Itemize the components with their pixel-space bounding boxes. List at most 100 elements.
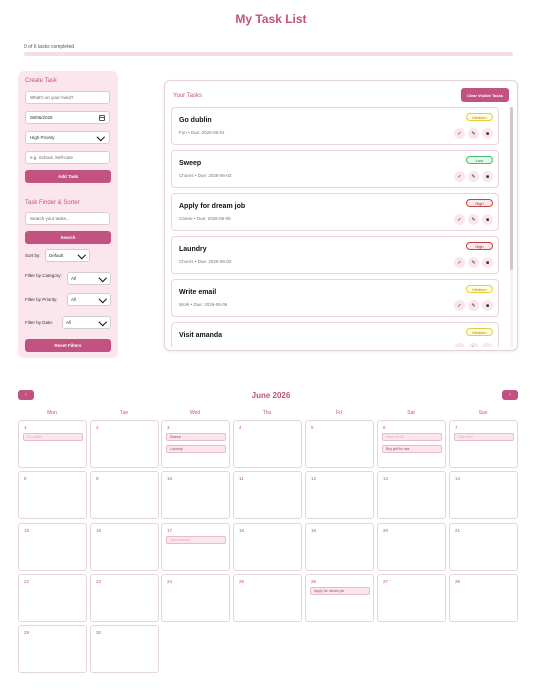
calendar-day[interactable]: 9 xyxy=(90,471,159,519)
weekday-label: Tue xyxy=(119,410,129,416)
day-number: 11 xyxy=(239,476,244,481)
edit-icon[interactable]: ✎ xyxy=(468,171,479,182)
calendar-day[interactable]: 18 xyxy=(233,523,302,571)
calendar-day[interactable]: 14 xyxy=(449,471,518,519)
calendar-icon[interactable] xyxy=(99,114,105,121)
day-number: 8 xyxy=(24,476,27,481)
calendar-day[interactable]: 29 xyxy=(18,625,87,673)
priority-badge: Medium xyxy=(466,113,493,121)
calendar-day[interactable]: 3 Sweep Laundry xyxy=(161,420,230,468)
calendar-day[interactable]: 8 xyxy=(18,471,87,519)
reset-filters-button[interactable]: Reset Filters xyxy=(25,339,111,352)
day-number: 21 xyxy=(455,528,461,533)
calendar-day[interactable]: 10 xyxy=(161,471,230,519)
calendar-day[interactable]: 27 xyxy=(377,574,446,622)
calendar-day[interactable]: 28 xyxy=(449,574,518,622)
task-card[interactable]: Apply for dream job Career • Due: 2026-06… xyxy=(171,193,499,231)
calendar-day[interactable]: 11 xyxy=(233,471,302,519)
day-number: 23 xyxy=(96,579,102,584)
calendar-day[interactable]: 23 xyxy=(90,574,159,622)
edit-icon[interactable]: ✎ xyxy=(468,257,479,268)
calendar-day[interactable]: 13 xyxy=(377,471,446,519)
calendar-event[interactable]: Write email xyxy=(382,433,442,441)
calendar-day[interactable]: 16 xyxy=(90,523,159,571)
calendar-day[interactable]: 7 Call mom xyxy=(449,420,518,468)
check-icon[interactable]: ✓ xyxy=(454,128,465,139)
trash-icon[interactable]: ■ xyxy=(482,257,493,268)
calendar-day[interactable]: 12 xyxy=(305,471,374,519)
task-list[interactable]: Go dublin Fun • Due: 2026-06-01 Medium ✓ ✎ ■ S… xyxy=(171,107,499,347)
day-number: 19 xyxy=(311,528,317,533)
edit-icon[interactable]: ✎ xyxy=(468,300,479,311)
task-actions: ✓✎■ xyxy=(454,300,493,311)
calendar-event[interactable]: Call mom xyxy=(454,433,514,441)
task-card[interactable]: Laundry Chores • Due: 2026-06-03 High ✓ ✎ ■ xyxy=(171,236,499,274)
sort-select[interactable]: Default xyxy=(45,249,90,262)
search-input[interactable]: Search your tasks... xyxy=(25,212,110,225)
category-input[interactable]: e.g. School, Self-care xyxy=(25,151,110,164)
trash-icon[interactable]: ■ xyxy=(482,214,493,225)
calendar-event[interactable]: Laundry xyxy=(166,445,226,453)
check-icon[interactable]: ✓ xyxy=(454,300,465,311)
calendar-day[interactable]: 1 Go dublin xyxy=(18,420,87,468)
edit-icon[interactable]: ✎ xyxy=(468,214,479,225)
edit-icon[interactable]: ✎ xyxy=(468,128,479,139)
calendar-day[interactable]: 26 Apply for dream job xyxy=(305,574,374,622)
calendar-event[interactable]: Buy gift for mia xyxy=(382,445,442,453)
date-filter-select[interactable]: All xyxy=(62,316,111,329)
calendar-event[interactable]: Sweep xyxy=(166,433,226,441)
calendar-event[interactable]: Apply for dream job xyxy=(310,587,370,595)
scrollbar-thumb[interactable] xyxy=(510,107,513,270)
trash-icon[interactable]: ■ xyxy=(482,171,493,182)
check-icon[interactable]: ✓ xyxy=(454,257,465,268)
add-task-button[interactable]: Add Task xyxy=(25,170,111,183)
day-number: 9 xyxy=(96,476,99,481)
next-month-button[interactable]: › xyxy=(502,390,518,400)
calendar-day[interactable]: 15 xyxy=(18,523,87,571)
date-filter-label: Filter by Date: xyxy=(25,320,54,325)
chevron-down-icon xyxy=(78,252,86,260)
task-card[interactable]: Write email Work • Due: 2026-06-06 Medium ✓… xyxy=(171,279,499,317)
task-card[interactable]: Sweep Chores • Due: 2026-06-03 Low ✓ ✎ ■ xyxy=(171,150,499,188)
day-number: 2 xyxy=(96,425,99,430)
check-icon[interactable]: ✓ xyxy=(454,343,465,347)
day-number: 20 xyxy=(383,528,389,533)
priority-filter-select[interactable]: All xyxy=(67,293,111,306)
task-meta: Career • Due: 2026-06-05 xyxy=(179,216,231,221)
day-number: 13 xyxy=(383,476,389,481)
calendar-day[interactable]: 22 xyxy=(18,574,87,622)
calendar-day[interactable]: 20 xyxy=(377,523,446,571)
calendar-day[interactable]: 19 xyxy=(305,523,374,571)
calendar-day[interactable]: 6 Write email Buy gift for mia xyxy=(377,420,446,468)
day-number: 6 xyxy=(383,425,386,430)
trash-icon[interactable]: ■ xyxy=(482,300,493,311)
search-button[interactable]: Search xyxy=(25,231,111,244)
task-list-scrollbar[interactable] xyxy=(510,107,513,347)
calendar-event[interactable]: Visit amanda xyxy=(166,536,226,544)
check-icon[interactable]: ✓ xyxy=(454,171,465,182)
edit-icon[interactable]: ✎ xyxy=(468,343,479,347)
category-filter-select[interactable]: All xyxy=(67,272,111,285)
task-card[interactable]: Visit amanda Medium ✓✎■ xyxy=(171,322,499,347)
calendar-event[interactable]: Go dublin xyxy=(23,433,83,441)
calendar-day[interactable]: 24 xyxy=(161,574,230,622)
calendar-day[interactable]: 2 xyxy=(90,420,159,468)
clear-visible-tasks-button[interactable]: Clear Visible Tasks xyxy=(461,88,509,102)
calendar-day[interactable]: 5 xyxy=(305,420,374,468)
day-number: 18 xyxy=(239,528,245,533)
day-number: 28 xyxy=(455,579,461,584)
calendar-day[interactable]: 30 xyxy=(90,625,159,673)
calendar-day[interactable]: 21 xyxy=(449,523,518,571)
due-date-input[interactable]: 06/06/2026 xyxy=(25,111,110,124)
trash-icon[interactable]: ■ xyxy=(482,128,493,139)
task-title: Visit amanda xyxy=(179,332,223,339)
trash-icon[interactable]: ■ xyxy=(482,343,493,347)
check-icon[interactable]: ✓ xyxy=(454,214,465,225)
calendar-day[interactable]: 17 Visit amanda xyxy=(161,523,230,571)
task-actions: ✓✎■ xyxy=(454,343,493,347)
calendar-day[interactable]: 25 xyxy=(233,574,302,622)
priority-select[interactable]: High Priority xyxy=(25,131,110,144)
task-name-input[interactable]: What's on your mind? xyxy=(25,91,110,104)
calendar-day[interactable]: 4 xyxy=(233,420,302,468)
task-card[interactable]: Go dublin Fun • Due: 2026-06-01 Medium ✓ ✎ ■ xyxy=(171,107,499,145)
